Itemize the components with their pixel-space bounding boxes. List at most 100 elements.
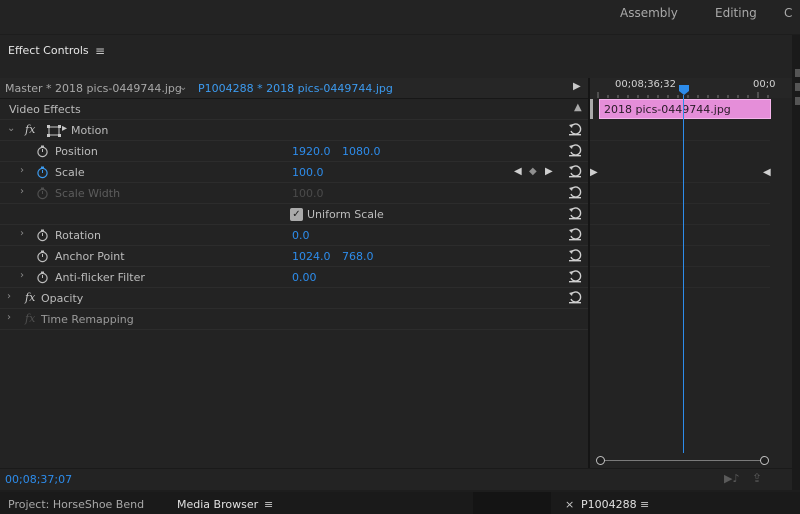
- expand-chevron-icon[interactable]: ›: [20, 165, 24, 176]
- current-timecode[interactable]: 00;08;37;07: [5, 473, 72, 486]
- reset-icon[interactable]: [568, 227, 582, 241]
- ruler-timecode: 00;08;36;32: [615, 79, 677, 90]
- position-y-value[interactable]: 1080.0: [342, 145, 381, 158]
- tab-media-browser[interactable]: Media Browser: [177, 498, 258, 511]
- timeline-row-line: [590, 140, 770, 141]
- reset-icon[interactable]: [568, 206, 582, 220]
- master-clip-label[interactable]: Master * 2018 pics-0449744.jpg: [5, 82, 182, 95]
- reset-icon[interactable]: [568, 122, 582, 136]
- collapse-up-icon[interactable]: ▲: [574, 102, 582, 113]
- anti-flicker-row: › Anti-flicker Filter 0.00: [0, 267, 588, 288]
- stopwatch-icon[interactable]: [36, 271, 49, 284]
- stopwatch-icon: [37, 187, 48, 200]
- ruler-timecode-next: 00;0: [753, 79, 776, 90]
- panel-menu-icon[interactable]: ≡: [95, 44, 105, 58]
- fx-icon[interactable]: fx: [25, 291, 35, 304]
- keyframe-start-icon[interactable]: ▶: [590, 167, 598, 178]
- scale-width-value: 100.0: [292, 187, 324, 200]
- reset-icon[interactable]: [568, 143, 582, 157]
- stopwatch-active-icon[interactable]: [36, 166, 49, 179]
- anchor-x-value[interactable]: 1024.0: [292, 250, 331, 263]
- time-remapping-row[interactable]: › fx Time Remapping: [0, 309, 588, 330]
- tab-project[interactable]: Project: HorseShoe Bend: [8, 498, 144, 511]
- transform-box-icon[interactable]: [47, 125, 61, 137]
- scale-width-row: › Scale Width 100.0: [0, 183, 588, 204]
- time-remapping-label: Time Remapping: [41, 313, 134, 326]
- stopwatch-icon[interactable]: [36, 250, 49, 263]
- anchor-point-label: Anchor Point: [55, 250, 125, 263]
- workspace-tab-editing[interactable]: Editing: [715, 6, 757, 20]
- tab-sequence[interactable]: P1004288: [581, 498, 637, 511]
- timeline-row-line: [590, 266, 770, 267]
- small-play-icon: ▸: [62, 123, 68, 134]
- next-keyframe-icon[interactable]: ▶: [545, 166, 553, 177]
- uniform-scale-row: ✓ Uniform Scale: [0, 204, 588, 225]
- opacity-row[interactable]: › fx Opacity: [0, 288, 588, 309]
- reset-icon[interactable]: [568, 164, 582, 178]
- play-arrow-icon[interactable]: ▶: [573, 81, 581, 92]
- scale-width-label: Scale Width: [55, 187, 121, 200]
- reset-icon[interactable]: [568, 185, 582, 199]
- opacity-label: Opacity: [41, 292, 84, 305]
- stopwatch-icon[interactable]: [36, 145, 49, 158]
- expand-chevron-icon[interactable]: ›: [20, 228, 24, 239]
- keyframe-end-icon[interactable]: ◀: [763, 167, 771, 178]
- right-edge-scrollbar[interactable]: [792, 35, 800, 490]
- position-x-value[interactable]: 1920.0: [292, 145, 331, 158]
- uniform-scale-checkbox[interactable]: ✓: [290, 208, 303, 221]
- scrollbar-right-handle[interactable]: [760, 456, 769, 465]
- rotation-label: Rotation: [55, 229, 102, 242]
- anti-flicker-value[interactable]: 0.00: [292, 271, 317, 284]
- timeline-clip-label: 2018 pics-0449744.jpg: [604, 103, 731, 116]
- expand-chevron-icon[interactable]: ›: [20, 186, 24, 197]
- active-clip-label[interactable]: P1004288 * 2018 pics-0449744.jpg: [198, 82, 393, 95]
- rotation-value[interactable]: 0.0: [292, 229, 310, 242]
- timeline-clip[interactable]: 2018 pics-0449744.jpg: [599, 99, 771, 119]
- scale-value[interactable]: 100.0: [292, 166, 324, 179]
- prev-keyframe-icon[interactable]: ◀: [514, 166, 522, 177]
- ruler-ticks: [597, 92, 769, 98]
- expand-chevron-icon[interactable]: ›: [7, 312, 11, 323]
- workspace-bar: Assembly Editing C: [0, 0, 800, 34]
- time-ruler[interactable]: 00;08;36;32 00;0: [590, 78, 792, 98]
- stopwatch-icon[interactable]: [36, 229, 49, 242]
- expand-chevron-icon[interactable]: ⌄: [7, 123, 15, 134]
- panel-divider[interactable]: [588, 78, 590, 468]
- timeline-row-line: [590, 287, 770, 288]
- add-keyframe-icon[interactable]: ◆: [529, 166, 537, 177]
- expand-chevron-icon[interactable]: ›: [20, 270, 24, 281]
- panel-menu-icon[interactable]: ≡: [264, 498, 273, 511]
- panel-title[interactable]: Effect Controls: [8, 44, 89, 57]
- timeline-zoom-scrollbar[interactable]: [596, 456, 769, 466]
- chevron-down-icon[interactable]: ⌄: [179, 82, 187, 93]
- section-label: Video Effects: [9, 103, 81, 116]
- clip-in-handle[interactable]: [590, 99, 593, 119]
- reset-icon[interactable]: [568, 269, 582, 283]
- panel-status-bar: 00;08;37;07 ▶♪ ⇪: [0, 468, 792, 490]
- anti-flicker-label: Anti-flicker Filter: [55, 271, 145, 284]
- anchor-point-row: Anchor Point 1024.0 768.0: [0, 246, 588, 267]
- video-effects-header: Video Effects ▲: [0, 99, 588, 120]
- scale-row: › Scale 100.0 ◀ ◆ ▶: [0, 162, 588, 183]
- expand-chevron-icon[interactable]: ›: [7, 291, 11, 302]
- bottom-panel-tabs: Project: HorseShoe Bend Media Browser ≡ …: [0, 492, 800, 514]
- filter-audio-icon[interactable]: ▶♪: [724, 472, 739, 485]
- timeline-row-line: [590, 245, 770, 246]
- timeline-row-line: [590, 224, 770, 225]
- close-icon[interactable]: ×: [565, 498, 574, 511]
- workspace-tab-overflow[interactable]: C: [784, 6, 792, 20]
- position-label: Position: [55, 145, 98, 158]
- motion-row[interactable]: ⌄ fx ▸ Motion: [0, 120, 588, 141]
- motion-label: Motion: [71, 124, 109, 137]
- fx-icon[interactable]: fx: [25, 123, 35, 136]
- export-icon[interactable]: ⇪: [752, 471, 762, 485]
- workspace-tab-assembly[interactable]: Assembly: [620, 6, 678, 20]
- panel-gap: [473, 492, 551, 514]
- reset-icon[interactable]: [568, 290, 582, 304]
- anchor-y-value[interactable]: 768.0: [342, 250, 374, 263]
- clip-selector-row: Master * 2018 pics-0449744.jpg ⌄ P100428…: [0, 78, 588, 99]
- scale-label: Scale: [55, 166, 85, 179]
- reset-icon[interactable]: [568, 248, 582, 262]
- panel-menu-icon[interactable]: ≡: [640, 498, 649, 511]
- scrollbar-left-handle[interactable]: [596, 456, 605, 465]
